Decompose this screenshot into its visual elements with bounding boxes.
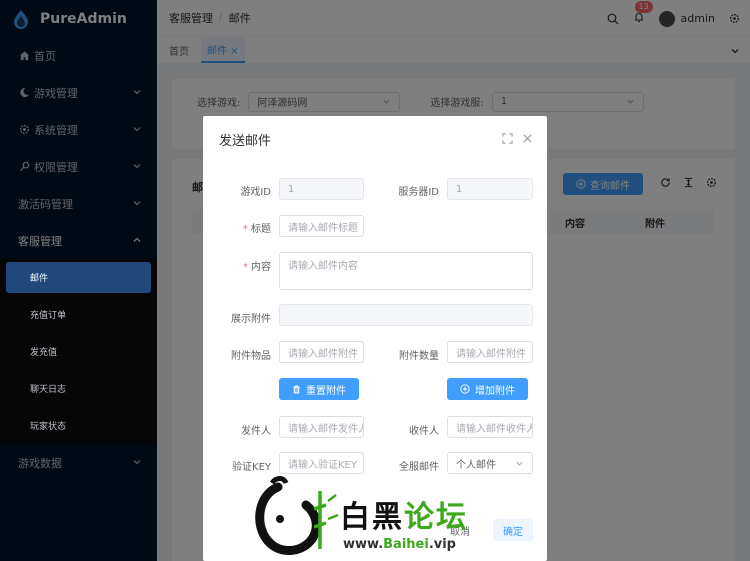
sidebar-item-label: 邮件: [30, 274, 49, 284]
sidebar-item-label: 发充值: [30, 348, 58, 358]
reset-attachment-label: 重置附件: [306, 385, 346, 397]
close-icon[interactable]: [522, 133, 533, 144]
receiver-input[interactable]: 请输入邮件收件人: [447, 416, 533, 438]
required-mark: *: [243, 262, 248, 273]
verify-key-label: 验证KEY: [232, 462, 271, 473]
mail-title-label: * 标题: [211, 220, 271, 235]
watermark-url-prefix: www.: [343, 537, 384, 552]
sender-label: 发件人: [241, 426, 271, 437]
sender-input[interactable]: 请输入邮件发件人: [279, 416, 364, 438]
mail-content-label: * 内容: [211, 258, 271, 273]
fullscreen-icon[interactable]: [502, 133, 513, 144]
all-server-mail-select[interactable]: 个人邮件: [447, 452, 533, 474]
watermark-brand-green: 论坛: [404, 500, 468, 535]
attachment-count-label: 附件数量: [399, 351, 439, 362]
verify-key-input[interactable]: 请输入验证KEY: [279, 452, 364, 474]
trash-icon: [293, 384, 300, 394]
verify-key-placeholder: 请输入验证KEY: [288, 459, 357, 471]
dialog-title: 发送邮件: [219, 134, 272, 149]
show-attachment-label: 展示附件: [231, 314, 271, 325]
attachment-count-input[interactable]: 请输入邮件附件: [447, 341, 533, 363]
mail-content-label-text: 内容: [251, 262, 271, 273]
chevron-down-icon: [516, 461, 523, 466]
mail-title-placeholder: 请输入邮件标题: [288, 222, 358, 234]
add-attachment-button[interactable]: 增加附件: [447, 378, 528, 400]
sidebar-item-label: 玩家状态: [30, 422, 67, 432]
game-id-label: 游戏ID: [240, 187, 271, 198]
receiver-label: 收件人: [409, 426, 439, 437]
sidebar-item-label: 聊天日志: [30, 385, 67, 395]
mail-content-placeholder: 请输入邮件内容: [288, 261, 358, 272]
sender-placeholder: 请输入邮件发件人: [288, 423, 364, 435]
watermark-brand: 白黑论坛: [340, 492, 468, 536]
add-attachment-label: 增加附件: [475, 385, 515, 397]
plus-circle-icon: [460, 384, 470, 394]
watermark-url: www.Baihei.vip: [343, 537, 456, 552]
mail-content-textarea[interactable]: 请输入邮件内容: [279, 252, 533, 290]
watermark-url-green: Baihei: [383, 537, 429, 552]
all-server-mail-value: 个人邮件: [456, 459, 496, 471]
receiver-placeholder: 请输入邮件收件人: [456, 423, 533, 435]
attachment-item-placeholder: 请输入邮件附件: [288, 348, 358, 360]
server-id-label: 服务器ID: [398, 187, 439, 198]
watermark-url-suffix: .vip: [428, 537, 456, 552]
all-server-mail-label: 全服邮件: [399, 462, 439, 473]
game-id-value: 1: [288, 183, 295, 195]
mail-title-input[interactable]: 请输入邮件标题: [279, 215, 364, 237]
reset-attachment-button[interactable]: 重置附件: [279, 378, 359, 400]
sidebar-item-label: 充值订单: [30, 311, 67, 321]
attachment-count-placeholder: 请输入邮件附件: [456, 348, 526, 360]
required-mark: *: [243, 224, 248, 235]
watermark-brand-black: 白黑: [340, 500, 404, 535]
show-attachment-field: [279, 304, 533, 326]
server-id-input: 1: [447, 178, 533, 200]
server-id-value: 1: [456, 183, 463, 195]
attachment-item-label: 附件物品: [231, 351, 271, 362]
mail-title-label-text: 标题: [251, 224, 271, 235]
attachment-item-input[interactable]: 请输入邮件附件: [279, 341, 364, 363]
game-id-input: 1: [279, 178, 364, 200]
